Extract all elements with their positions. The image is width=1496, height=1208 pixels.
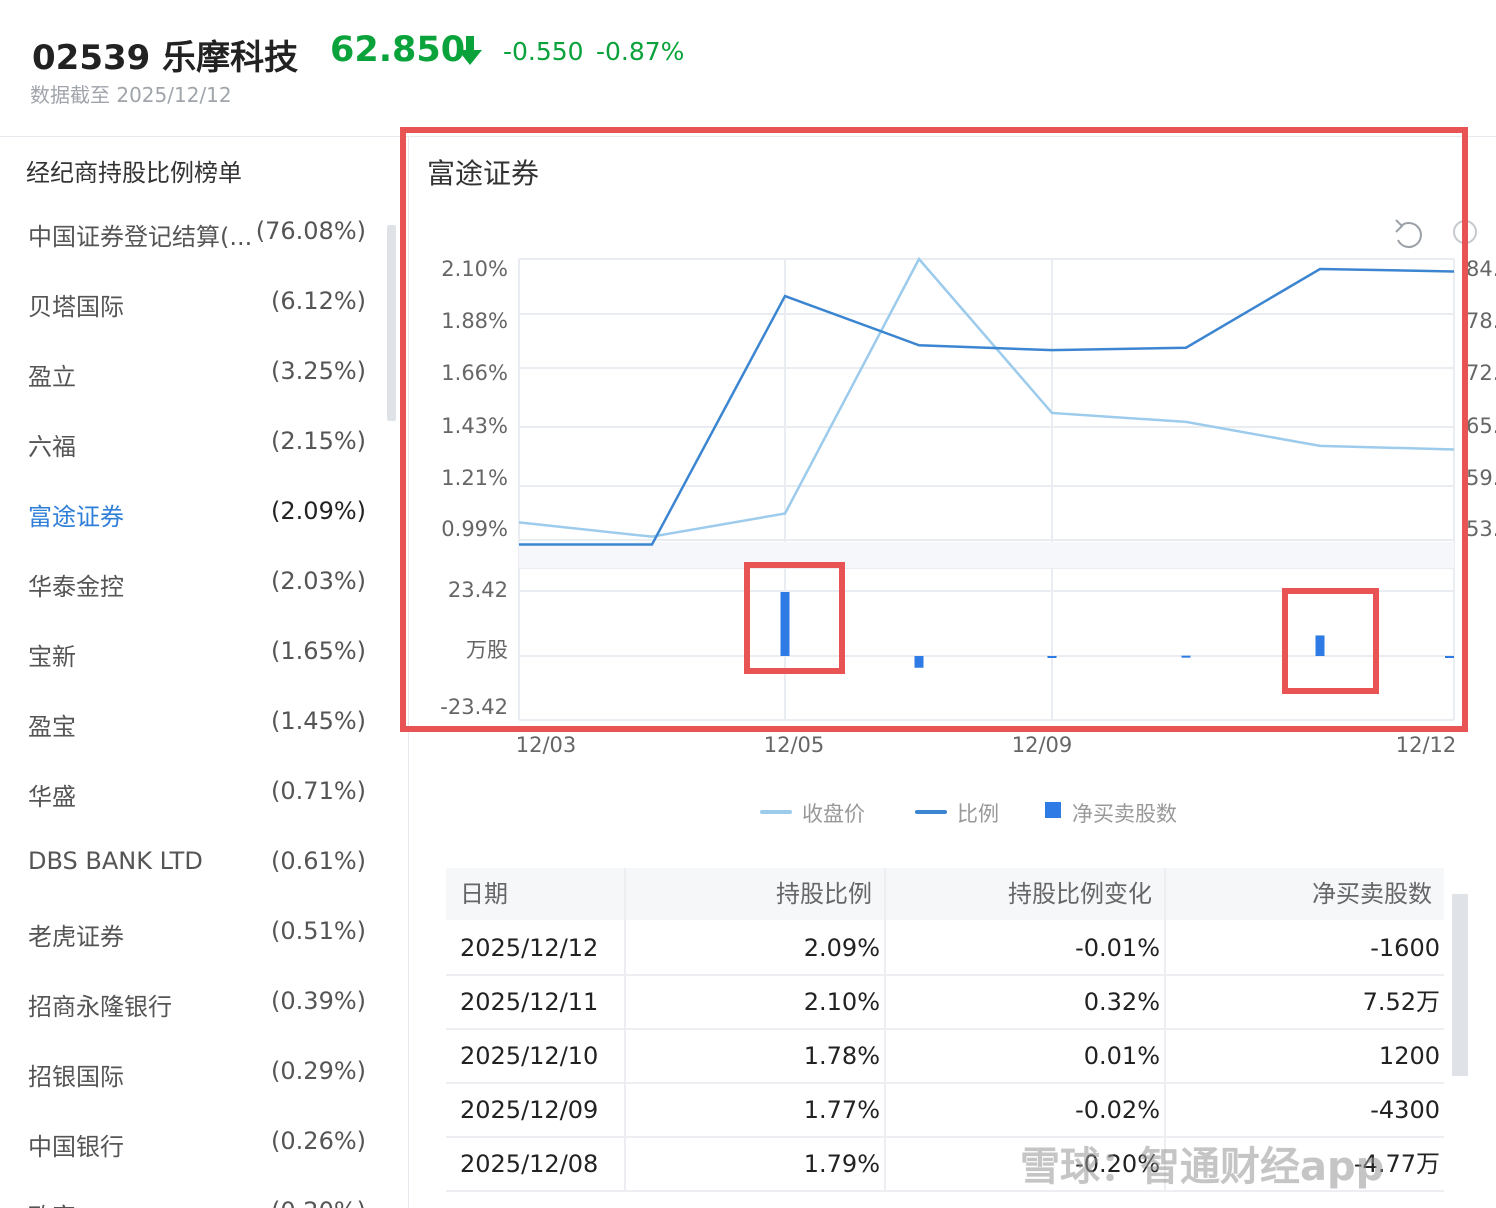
table-cell: 7.52万 bbox=[1362, 988, 1440, 1016]
table-cell: -0.02% bbox=[1075, 1096, 1160, 1124]
legend-swatch-ratio bbox=[915, 810, 947, 814]
table-cell: -0.01% bbox=[1075, 934, 1160, 962]
table-scrollbar[interactable] bbox=[1452, 894, 1468, 1076]
table-cell: 2.09% bbox=[803, 934, 880, 962]
table-cell: 2025/12/10 bbox=[460, 1042, 599, 1070]
right-axis-tick: 53.0 bbox=[1466, 517, 1496, 541]
right-axis-tick: 59.3 bbox=[1466, 466, 1496, 490]
highlight-box-bar-1205 bbox=[744, 562, 845, 674]
table-cell: 1.79% bbox=[803, 1150, 880, 1178]
legend-item-price[interactable]: 收盘价 bbox=[760, 798, 880, 826]
table-cell: 2025/12/11 bbox=[460, 988, 599, 1016]
watermark: 雪球：智通财经app bbox=[1020, 1144, 1385, 1190]
right-axis-tick: 78.4 bbox=[1466, 309, 1496, 333]
table-cell: 0.01% bbox=[1083, 1042, 1160, 1070]
table-cell: 1200 bbox=[1378, 1042, 1440, 1070]
col-header-ratio: 持股比例 bbox=[776, 880, 872, 908]
legend-swatch-price bbox=[760, 810, 792, 814]
right-axis-tick: 65.7 bbox=[1466, 414, 1496, 438]
legend-swatch-netflow bbox=[1045, 802, 1061, 818]
legend-item-netflow[interactable]: 净买卖股数 bbox=[1043, 798, 1193, 826]
x-axis-tick: 12/09 bbox=[1012, 733, 1073, 757]
x-axis-tick: 12/03 bbox=[516, 733, 577, 757]
legend-label: 净买卖股数 bbox=[1072, 802, 1177, 826]
table-cell: -1600 bbox=[1370, 934, 1440, 962]
right-axis-tick: 72.0 bbox=[1466, 361, 1496, 385]
col-header-date: 日期 bbox=[460, 880, 508, 908]
table-cell: 2.10% bbox=[803, 988, 880, 1016]
table-cell: 1.77% bbox=[803, 1096, 880, 1124]
table-cell: 0.32% bbox=[1083, 988, 1160, 1016]
right-axis-tick: 84.8 bbox=[1466, 257, 1496, 281]
legend-label: 收盘价 bbox=[802, 802, 865, 826]
col-header-ratio-change: 持股比例变化 bbox=[1008, 880, 1152, 908]
col-header-netflow: 净买卖股数 bbox=[1312, 880, 1432, 908]
table-cell: 1.78% bbox=[803, 1042, 880, 1070]
x-axis-tick: 12/05 bbox=[764, 733, 825, 757]
highlight-box-bar-1211 bbox=[1282, 588, 1379, 694]
table-cell: -4300 bbox=[1370, 1096, 1440, 1124]
x-axis-tick: 12/12 bbox=[1396, 733, 1457, 757]
table-cell: 2025/12/09 bbox=[460, 1096, 599, 1124]
table-cell: 2025/12/12 bbox=[460, 934, 599, 962]
legend-item-ratio[interactable]: 比例 bbox=[915, 798, 1015, 826]
legend-label: 比例 bbox=[957, 802, 999, 826]
table-cell: 2025/12/08 bbox=[460, 1150, 599, 1178]
